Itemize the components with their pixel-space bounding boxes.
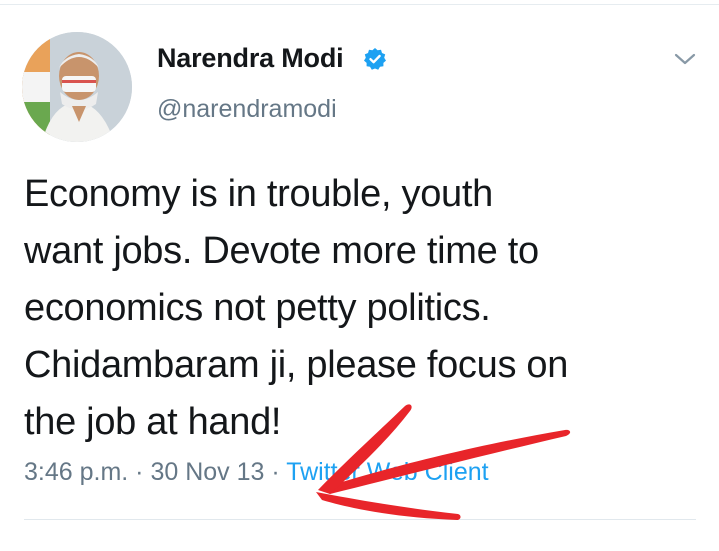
tweet-text: Economy is in trouble, youth want jobs. … — [24, 173, 569, 443]
display-name[interactable]: Narendra Modi — [157, 43, 344, 74]
tweet-meta: 3:46 p.m. · 30 Nov 13 · Twitter Web Clie… — [24, 458, 489, 487]
tweet-client-link[interactable]: Twitter Web Client — [286, 458, 488, 486]
meta-separator-2: · — [264, 458, 287, 486]
meta-separator: · — [128, 458, 151, 486]
top-divider — [0, 4, 719, 5]
chevron-down-icon[interactable] — [672, 50, 698, 68]
verified-badge-icon — [364, 48, 386, 70]
user-handle[interactable]: @narendramodi — [157, 95, 337, 124]
avatar[interactable] — [22, 32, 132, 142]
bottom-divider — [24, 519, 696, 520]
tweet-time[interactable]: 3:46 p.m. — [24, 458, 128, 486]
avatar-image — [22, 32, 132, 142]
tweet-date[interactable]: 30 Nov 13 — [150, 458, 264, 486]
